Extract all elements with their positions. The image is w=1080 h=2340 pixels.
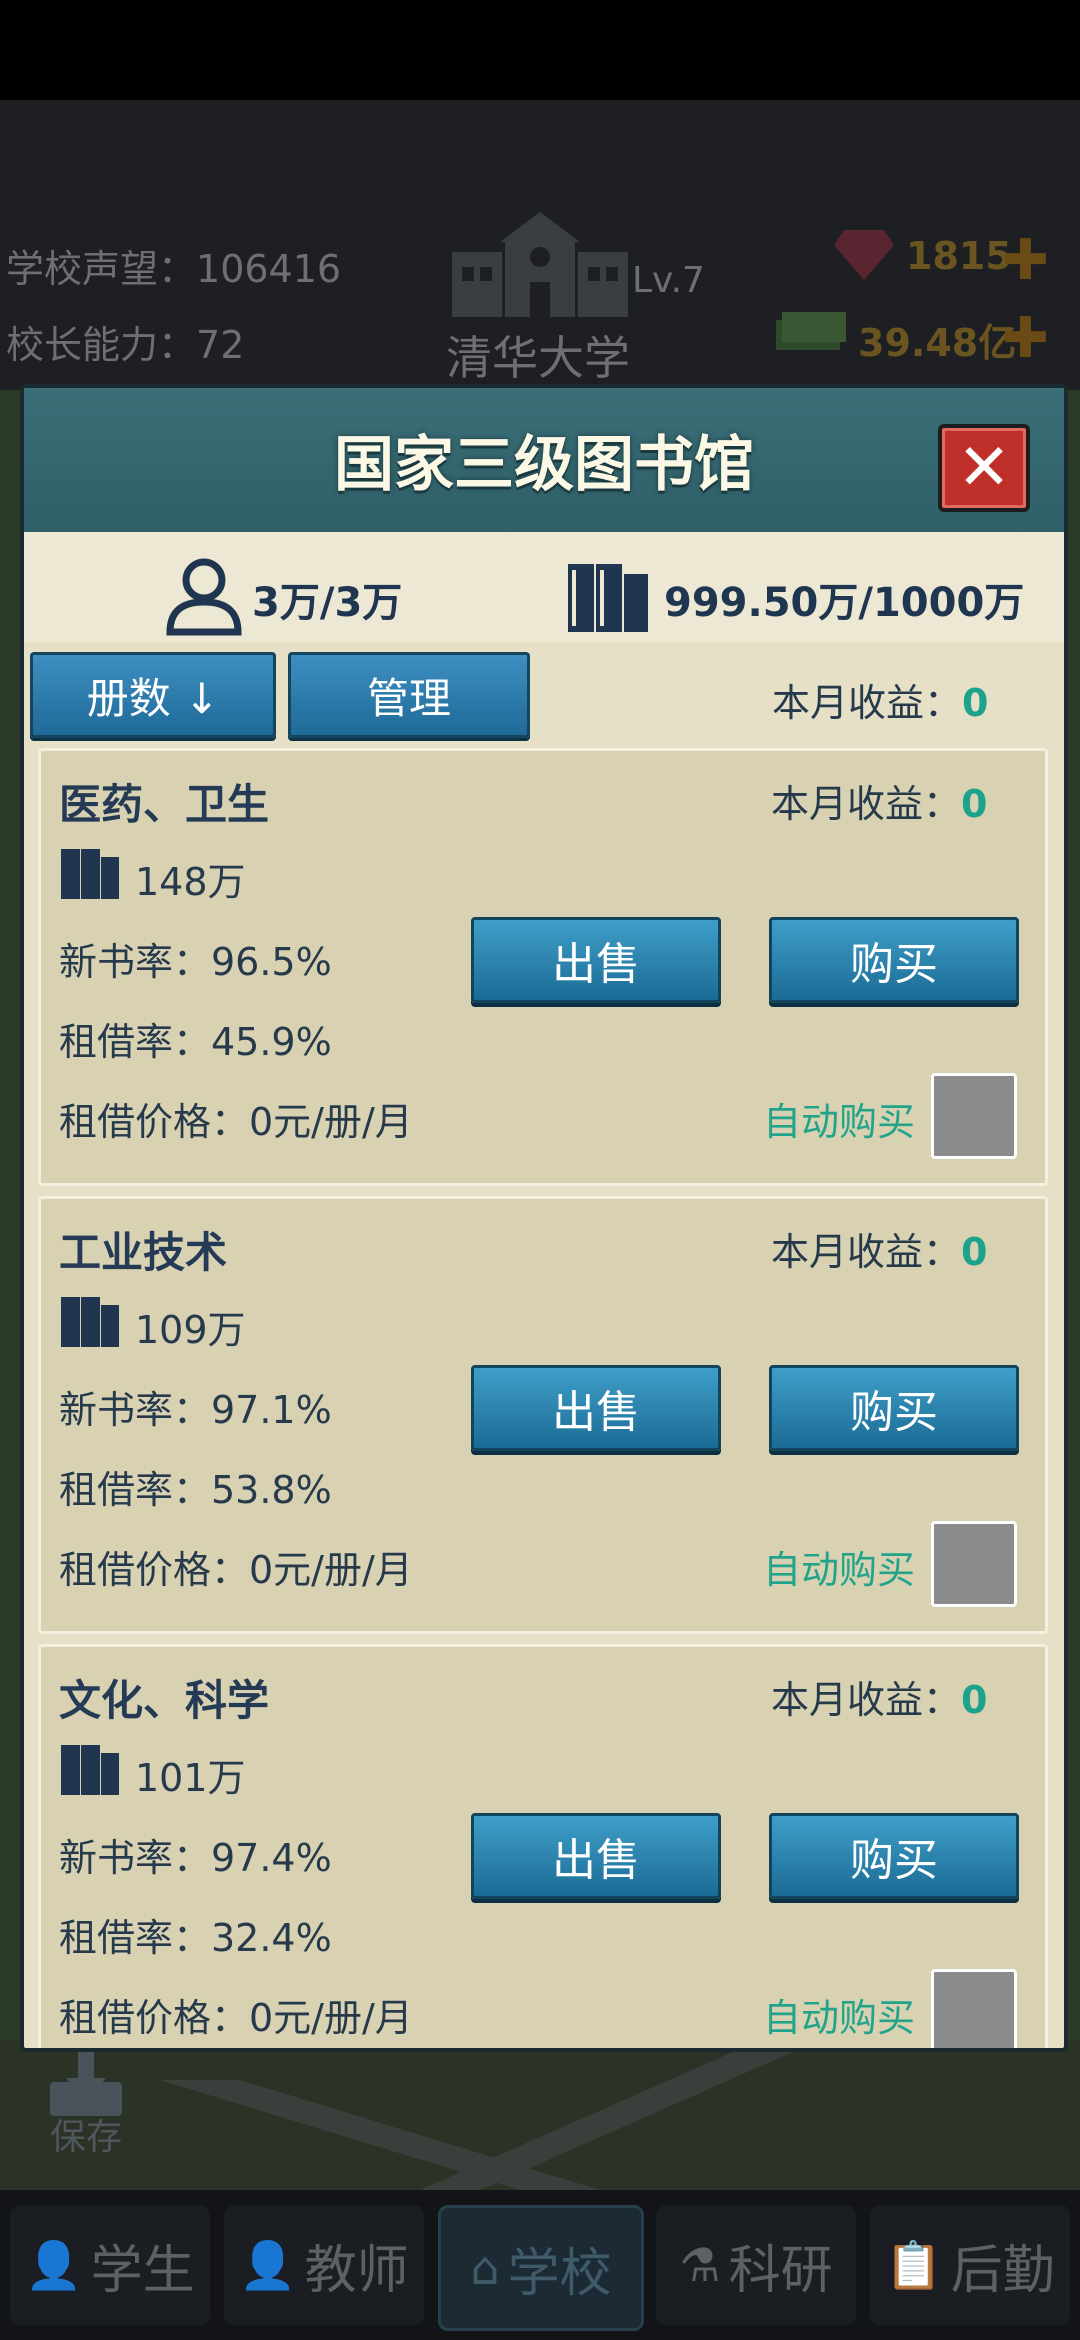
books-icon (61, 849, 119, 899)
school-level: Lv.7 (632, 260, 705, 301)
auto-buy-label: 自动购买 (763, 1100, 916, 1144)
map-background-bottom (0, 2040, 1080, 2190)
category-name: 工业技术 (59, 1228, 228, 1277)
person-icon (166, 558, 242, 636)
principal-stat: 校长能力：72 (6, 323, 245, 367)
category-card: 医药、卫生 本月收益：0 148万 新书率：96.5% 租借率：45.9% 租借… (38, 748, 1048, 1186)
book-capacity: 999.50万/1000万 (664, 580, 1025, 626)
school-name: 清华大学 (446, 331, 630, 385)
flask-icon: ⚗ (679, 2238, 721, 2292)
nav-students[interactable]: 👤 学生 (10, 2205, 210, 2325)
rent-price: 租借价格：0元/册/月 (59, 1548, 413, 1592)
books-icon (568, 564, 648, 632)
auto-buy-checkbox[interactable] (931, 1521, 1017, 1607)
auto-buy-checkbox[interactable] (931, 1073, 1017, 1159)
total-monthly-income: 本月收益：0 (772, 681, 989, 725)
nav-logistics[interactable]: 📋 后勤 (870, 2205, 1070, 2325)
nav-teachers[interactable]: 👤 教师 (224, 2205, 424, 2325)
gem-icon (834, 230, 894, 280)
reader-count: 3万/3万 (252, 580, 403, 626)
library-stats: 3万/3万 999.50万/1000万 (24, 532, 1064, 642)
auto-buy-label: 自动购买 (763, 1548, 916, 1592)
save-label: 保存 (50, 2117, 123, 2158)
rent-rate: 租借率：32.4% (59, 1916, 332, 1960)
sell-button[interactable]: 出售 (471, 1365, 721, 1451)
sell-button[interactable]: 出售 (471, 917, 721, 1003)
category-income: 本月收益：0 (771, 782, 988, 826)
school-icon: ⌂ (470, 2241, 500, 2295)
add-gems-button[interactable]: ✚ (1002, 228, 1049, 293)
nav-research[interactable]: ⚗ 科研 (656, 2205, 856, 2325)
new-book-rate: 新书率：97.1% (59, 1388, 332, 1432)
teacher-icon: 👤 (239, 2237, 297, 2292)
buy-button[interactable]: 购买 (769, 1365, 1019, 1451)
books-icon (61, 1745, 119, 1795)
book-count: 101万 (135, 1756, 246, 1800)
books-icon (61, 1297, 119, 1347)
add-money-button[interactable]: ✚ (1002, 306, 1049, 371)
category-income: 本月收益：0 (771, 1230, 988, 1274)
cash-icon (776, 312, 846, 350)
status-bar (0, 0, 1080, 100)
school-building-icon (452, 212, 628, 317)
category-name: 医药、卫生 (59, 780, 270, 829)
category-card: 工业技术 本月收益：0 109万 新书率：97.1% 租借率：53.8% 租借价… (38, 1196, 1048, 1634)
category-income: 本月收益：0 (771, 1678, 988, 1722)
auto-buy-label: 自动购买 (763, 1996, 916, 2040)
rent-rate: 租借率：45.9% (59, 1020, 332, 1064)
clipboard-icon: 📋 (885, 2237, 943, 2292)
category-name: 文化、科学 (59, 1676, 270, 1725)
rent-price: 租借价格：0元/册/月 (59, 1996, 413, 2040)
dialog-title: 国家三级图书馆 (334, 430, 754, 500)
money-count: 39.48亿 (858, 321, 1017, 365)
game-header: 学校声望：106416 校长能力：72 Lv.7 清华大学 1815 ✚ 39.… (0, 100, 1080, 390)
new-book-rate: 新书率：96.5% (59, 940, 332, 984)
student-icon: 👤 (25, 2237, 83, 2292)
close-icon: ✕ (957, 431, 1011, 505)
buy-button[interactable]: 购买 (769, 1813, 1019, 1899)
new-book-rate: 新书率：97.4% (59, 1836, 332, 1880)
category-card: 文化、科学 本月收益：0 101万 新书率：97.4% 租借率：32.4% 租借… (38, 1644, 1048, 2048)
manage-button[interactable]: 管理 (288, 652, 530, 738)
auto-buy-checkbox[interactable] (931, 1969, 1017, 2048)
sort-by-count-button[interactable]: 册数 ↓ (30, 652, 276, 738)
library-dialog: 国家三级图书馆 ✕ 3万/3万 999.50万/1000万 册数 ↓ 管理 本月… (20, 384, 1068, 2052)
close-button[interactable]: ✕ (938, 424, 1030, 512)
sell-button[interactable]: 出售 (471, 1813, 721, 1899)
book-count: 148万 (135, 860, 246, 904)
book-count: 109万 (135, 1308, 246, 1352)
rent-rate: 租借率：53.8% (59, 1468, 332, 1512)
rent-price: 租借价格：0元/册/月 (59, 1100, 413, 1144)
reputation-stat: 学校声望：106416 (6, 247, 342, 291)
save-button[interactable]: 保存 (26, 2052, 156, 2158)
nav-school[interactable]: ⌂ 学校 (438, 2205, 644, 2331)
gem-count: 1815 (906, 234, 1012, 278)
buy-button[interactable]: 购买 (769, 917, 1019, 1003)
